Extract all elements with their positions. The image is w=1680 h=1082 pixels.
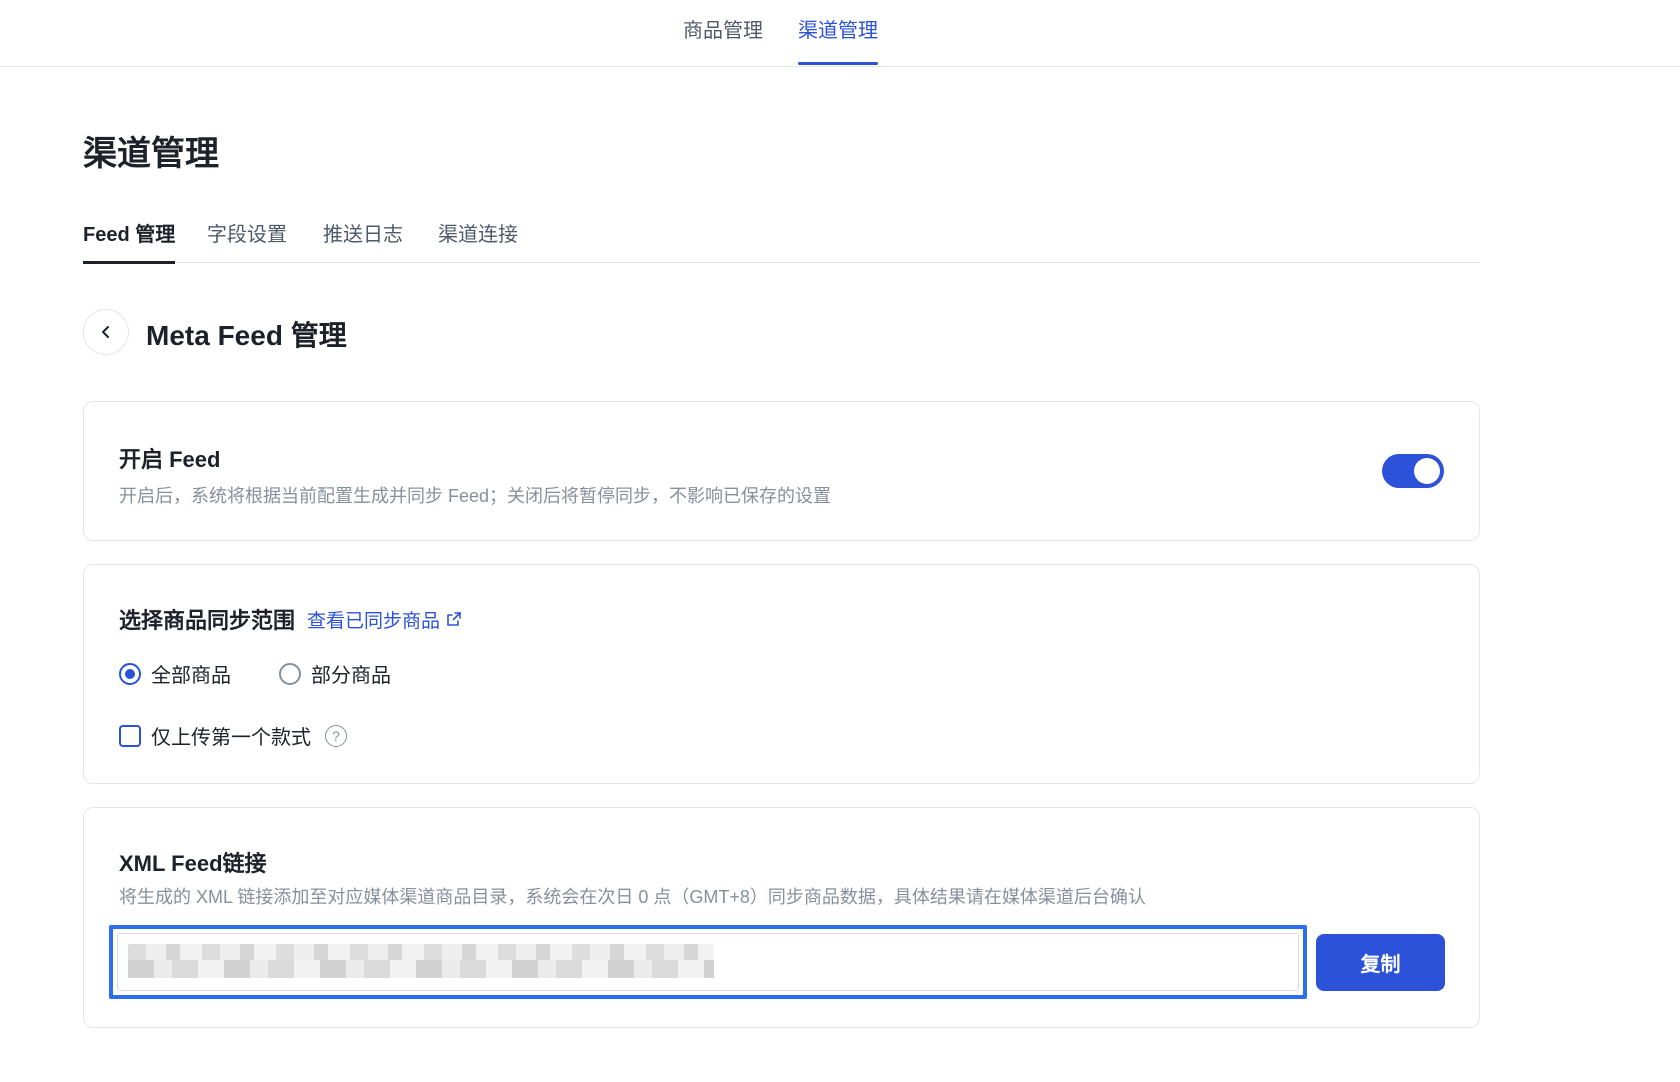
sync-scope-header: 选择商品同步范围 查看已同步商品: [119, 603, 462, 635]
first-variant-only-row: 仅上传第一个款式 ?: [119, 721, 347, 750]
xml-feed-url-input[interactable]: [117, 933, 1299, 991]
back-button[interactable]: [83, 309, 129, 355]
question-circle-icon[interactable]: ?: [325, 724, 347, 747]
toggle-knob: [1414, 458, 1440, 484]
radio-partial-products-label: 部分商品: [311, 665, 391, 687]
top-tab-goods[interactable]: 商品管理: [683, 14, 763, 67]
xml-feed-description: 将生成的 XML 链接添加至对应媒体渠道商品目录，系统会在次日 0 点（GMT+…: [119, 887, 1146, 907]
sync-scope-radio-group: 全部商品 部分商品: [119, 659, 391, 688]
enable-feed-toggle[interactable]: [1382, 454, 1444, 488]
enable-feed-description: 开启后，系统将根据当前配置生成并同步 Feed；关闭后将暂停同步，不影响已保存的…: [119, 486, 832, 506]
xml-feed-title: XML Feed链接: [119, 851, 267, 876]
tab-field-settings[interactable]: 字段设置: [207, 218, 287, 263]
redacted-url-text: [128, 944, 714, 978]
sync-scope-card: 选择商品同步范围 查看已同步商品 全部商品 部分商品 仅上传第一个款式 ?: [83, 564, 1480, 784]
view-synced-products-label: 查看已同步商品: [307, 610, 441, 632]
copy-button[interactable]: 复制: [1316, 934, 1445, 991]
tab-feed-management[interactable]: Feed 管理: [83, 218, 176, 264]
section-title: Meta Feed 管理: [146, 320, 347, 351]
page-title: 渠道管理: [83, 135, 219, 173]
top-tab-channel[interactable]: 渠道管理: [798, 14, 878, 67]
top-nav: 商品管理 渠道管理: [0, 0, 1680, 67]
radio-option-partial-products[interactable]: 部分商品: [279, 659, 391, 688]
enable-feed-title: 开启 Feed: [119, 447, 221, 472]
xml-feed-card: XML Feed链接 将生成的 XML 链接添加至对应媒体渠道商品目录，系统会在…: [83, 807, 1480, 1028]
tab-channel-connect[interactable]: 渠道连接: [438, 218, 518, 263]
first-variant-only-checkbox[interactable]: [119, 724, 141, 747]
xml-feed-url-focus-ring: [109, 925, 1307, 999]
view-synced-products-link[interactable]: 查看已同步商品: [307, 606, 462, 633]
first-variant-only-label: 仅上传第一个款式: [151, 727, 311, 749]
radio-partial-products[interactable]: [279, 662, 301, 685]
radio-all-products-label: 全部商品: [151, 665, 231, 687]
sub-tabs: Feed 管理 字段设置 推送日志 渠道连接: [83, 214, 1480, 264]
radio-all-products[interactable]: [119, 662, 141, 685]
enable-feed-card: 开启 Feed 开启后，系统将根据当前配置生成并同步 Feed；关闭后将暂停同步…: [83, 401, 1480, 541]
external-link-icon: [447, 612, 461, 626]
chevron-left-icon: [102, 326, 109, 338]
radio-option-all-products[interactable]: 全部商品: [119, 659, 231, 688]
tab-push-log[interactable]: 推送日志: [323, 218, 403, 263]
sync-scope-title: 选择商品同步范围: [119, 608, 296, 633]
